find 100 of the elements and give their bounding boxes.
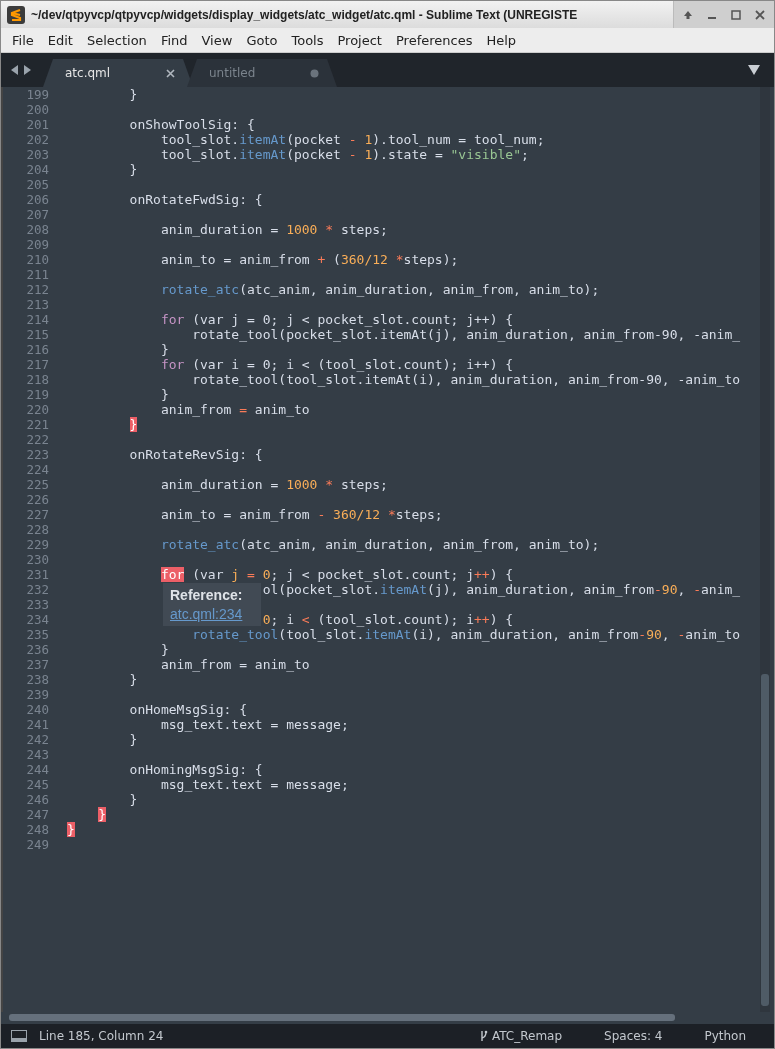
code-line: } [160,642,169,657]
menu-item[interactable]: Tools [284,32,331,48]
line-number: 202 [25,132,49,147]
line-number: 201 [25,117,49,132]
line-number: 229 [25,537,49,552]
line-number: 239 [25,687,49,702]
code-line: 0; i < (tool_slot.count); i++) { [262,612,514,627]
menu-item[interactable]: Preferences [388,32,480,48]
line-number: 223 [25,447,49,462]
line-number: 200 [25,102,49,117]
window-title: ~/dev/qtpyvcp/qtpyvcp/widgets/display_widgets/atc_widget/atc.qml - Sublime Text (UNREGISTE [31,7,579,22]
menu-item[interactable]: File [5,32,41,48]
line-number: 206 [25,192,49,207]
menu-item[interactable]: Edit [40,32,80,48]
line-number: 222 [25,432,49,447]
line-number: 248 [25,822,49,837]
dropdown-icon[interactable] [748,65,760,75]
code-line: } [129,732,138,747]
line-number: 231 [25,567,49,582]
line-number: 219 [25,387,49,402]
maximize-icon[interactable] [730,8,742,21]
line-number: 217 [25,357,49,372]
menu-item[interactable]: View [194,32,240,48]
code-line: for (var j = 0; j < pocket_slot.count; j++) { [160,567,514,582]
menu-item[interactable]: Goto [239,32,285,48]
line-number: 205 [25,177,49,192]
line-number: 246 [25,792,49,807]
line-number: 235 [25,627,49,642]
line-number: 244 [25,762,49,777]
line-number: 243 [25,747,49,762]
line-number: 211 [25,267,49,282]
line-number: 204 [25,162,49,177]
line-number: 236 [25,642,49,657]
line-number: 233 [25,597,49,612]
back-icon[interactable] [11,65,19,75]
code-line: rotate_atc(atc_anim, anim_duration, anim_from, anim_to); [160,537,600,552]
code-line: for (var i = 0; i < (tool_slot.count); i++) { [160,357,514,372]
code-line: } [160,342,169,357]
code-line: } [129,672,138,687]
line-number: 218 [25,372,49,387]
syntax-selector[interactable]: Python [704,1029,746,1043]
code-line: tool_slot.itemAt(pocket - 1).state = "visible"; [160,147,529,162]
code-line: onHomingMsgSig: { [129,762,263,777]
line-number: 207 [25,207,49,222]
line-number: 215 [25,327,49,342]
line-number: 241 [25,717,49,732]
line-number: 230 [25,552,49,567]
line-number: 237 [25,657,49,672]
line-number: 216 [25,342,49,357]
unsaved-dot-icon [310,68,319,78]
scrollbar-thumb[interactable] [761,674,769,1006]
line-number: 213 [25,297,49,312]
line-number: 247 [25,807,49,822]
code-line: ol(pocket_slot.itemAt(j), anim_duration, anim_from-90, -anim_ [262,582,741,597]
menu-item[interactable]: Find [153,32,195,48]
branch-icon [479,1030,488,1042]
line-number: 199 [25,87,49,102]
line-number: 210 [25,252,49,267]
line-number: 214 [25,312,49,327]
line-number: 208 [25,222,49,237]
line-number: 245 [25,777,49,792]
app-logo-icon [7,5,25,24]
line-number: 240 [25,702,49,717]
line-number: 221 [25,417,49,432]
code-line: } [129,87,138,102]
code-line: rotate_tool(tool_slot.itemAt(i), anim_duration, anim_from-90, -anim_to [192,627,741,642]
line-number: 242 [25,732,49,747]
menu-item[interactable]: Selection [79,32,154,48]
line-number: 226 [25,492,49,507]
line-number: 249 [25,837,49,852]
code-line: anim_to = anim_from + (360/12 *steps); [160,252,459,267]
code-line: rotate_tool(tool_slot.itemAt(i), anim_duration, anim_from-90, -anim_to [192,372,741,387]
code-line: } [160,387,169,402]
code-line: onRotateRevSig: { [129,447,263,462]
line-number: 224 [25,462,49,477]
line-number: 220 [25,402,49,417]
code-line: msg_text.text = message; [160,717,349,732]
code-line: for (var j = 0; j < pocket_slot.count; j++) { [160,312,514,327]
git-branch[interactable]: ATC_Remap [491,1029,563,1043]
line-number: 212 [25,282,49,297]
code-line: anim_from = anim_to [160,402,310,417]
line-number: 228 [25,522,49,537]
menu-item[interactable]: Help [479,32,524,48]
code-line: rotate_atc(atc_anim, anim_duration, anim_from, anim_to); [160,282,600,297]
code-line: anim_duration = 1000 * steps; [160,222,388,237]
close-icon[interactable] [166,68,175,78]
code-line: } [129,162,138,177]
horizontal-scrollbar-thumb[interactable] [9,1014,676,1021]
menu-item[interactable]: Project [330,32,389,48]
code-line: rotate_tool(pocket_slot.itemAt(j), anim_duration, anim_from-90, -anim_ [192,327,741,342]
panel-icon[interactable] [11,1030,27,1042]
code-line: tool_slot.itemAt(pocket - 1).tool_num = tool_num; [160,132,545,147]
forward-icon[interactable] [23,65,31,75]
line-number: 203 [25,147,49,162]
indentation-setting[interactable]: Spaces: 4 [604,1029,663,1043]
close-icon[interactable] [754,8,766,21]
tooltip-title: Reference: [170,587,243,603]
code-line: anim_from = anim_to [160,657,310,672]
code-line: onShowToolSig: { [129,117,255,132]
line-number: 232 [25,582,49,597]
